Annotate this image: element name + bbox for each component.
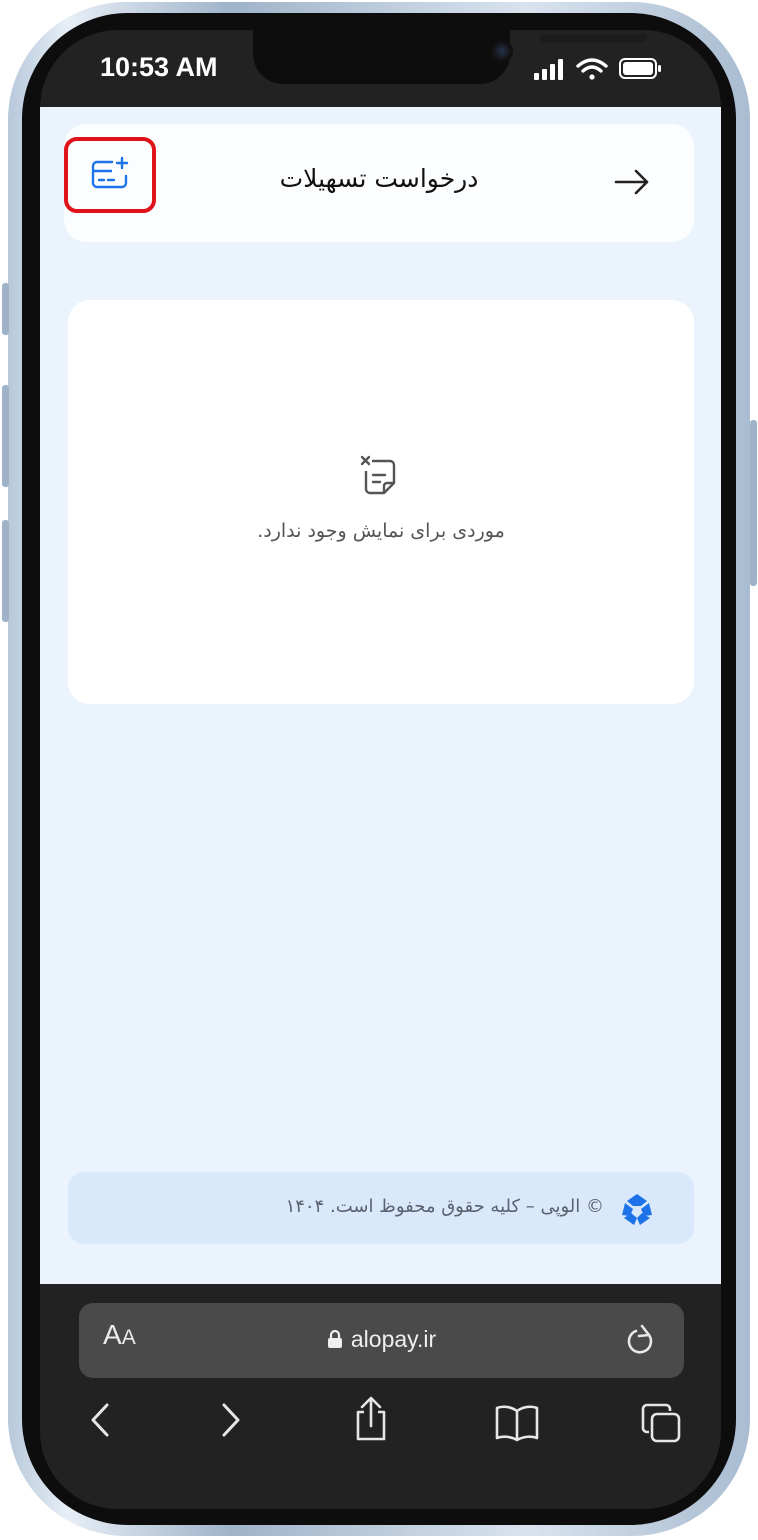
chevron-right-icon[interactable] bbox=[219, 1402, 243, 1438]
speaker-grille bbox=[540, 34, 646, 42]
camera-icon bbox=[491, 40, 513, 62]
empty-state-message: موردی برای نمایش وجود ندارد. bbox=[257, 520, 505, 542]
device-screen: 10:53 AM درخواست تسهیلات موردی برای نمای… bbox=[40, 30, 721, 1509]
web-page: درخواست تسهیلات موردی برای نمایش وجود ند… bbox=[40, 107, 721, 1284]
reload-icon[interactable] bbox=[624, 1323, 658, 1359]
tabs-icon[interactable] bbox=[640, 1402, 682, 1444]
note-x-icon bbox=[360, 455, 396, 495]
volume-up-button bbox=[2, 385, 9, 487]
browser-toolbar: AA alopay.ir bbox=[40, 1284, 721, 1509]
bookmarks-icon[interactable] bbox=[494, 1404, 540, 1442]
lock-icon bbox=[327, 1329, 342, 1348]
copyright-text: © الوپی – کلیه حقوق محفوظ است. ۱۴۰۴ bbox=[285, 1196, 604, 1217]
mute-switch bbox=[2, 283, 9, 335]
url-text: alopay.ir bbox=[350, 1326, 437, 1352]
address-bar[interactable]: AA alopay.ir bbox=[79, 1303, 684, 1378]
battery-icon bbox=[619, 58, 661, 79]
wifi-icon bbox=[576, 58, 608, 80]
url-display[interactable]: alopay.ir bbox=[79, 1326, 684, 1353]
signal-icon bbox=[534, 59, 563, 80]
volume-down-button bbox=[2, 520, 9, 622]
status-time: 10:53 AM bbox=[100, 52, 218, 82]
chevron-left-icon[interactable] bbox=[88, 1402, 112, 1438]
page-footer: © الوپی – کلیه حقوق محفوظ است. ۱۴۰۴ bbox=[68, 1172, 694, 1244]
page-header: درخواست تسهیلات bbox=[64, 124, 694, 242]
empty-state-card: موردی برای نمایش وجود ندارد. bbox=[68, 300, 694, 704]
power-button bbox=[750, 420, 757, 586]
status-icons bbox=[534, 58, 661, 80]
back-button[interactable] bbox=[610, 160, 654, 204]
notch bbox=[253, 30, 646, 84]
arrow-right-icon bbox=[614, 169, 649, 195]
page-title: درخواست تسهیلات bbox=[279, 164, 479, 193]
share-icon[interactable] bbox=[353, 1396, 389, 1442]
alopay-logo-icon bbox=[622, 1194, 652, 1225]
